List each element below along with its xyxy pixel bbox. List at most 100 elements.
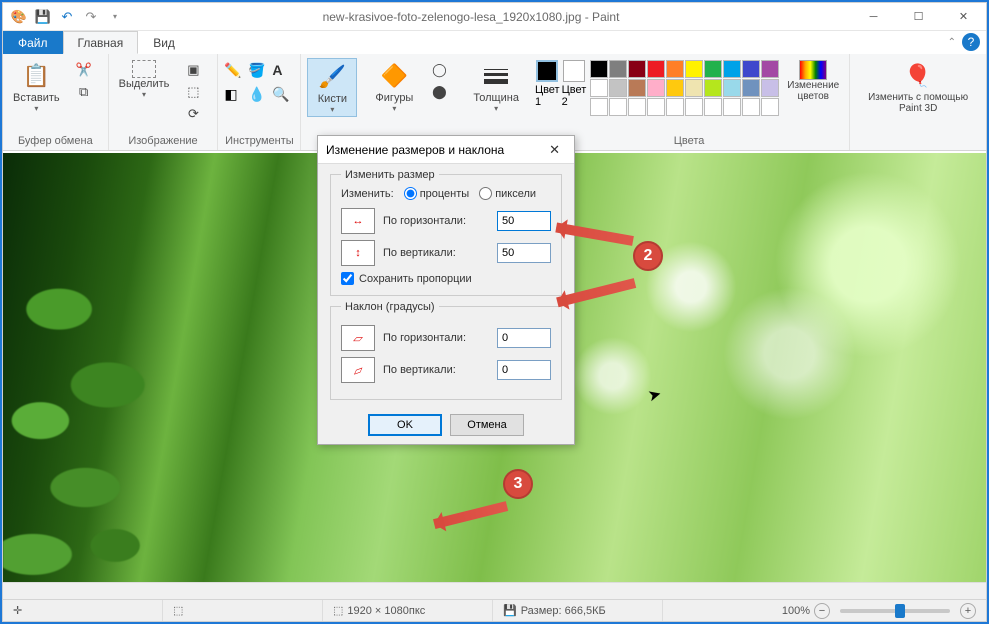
paint3d-button[interactable]: 🎈 Изменить с помощью Paint 3D	[856, 58, 980, 116]
magnifier-icon[interactable]: 🔍	[272, 86, 294, 103]
brushes-button[interactable]: 🖌️ Кисти ▾	[307, 58, 357, 117]
keep-aspect-checkbox[interactable]	[341, 272, 354, 285]
color-swatch[interactable]	[647, 98, 665, 116]
pencil-icon[interactable]: ✏️	[224, 62, 246, 79]
color-swatch[interactable]	[590, 79, 608, 97]
color-swatch[interactable]	[590, 60, 608, 78]
select-button[interactable]: Выделить ▾	[115, 58, 174, 101]
color-swatch[interactable]	[761, 60, 779, 78]
close-button[interactable]: ✕	[941, 3, 986, 31]
qat-dropdown-icon[interactable]: ▾	[105, 7, 125, 27]
group-image: Выделить ▾ ▣ ⬚ ⟳ Изображение	[109, 54, 219, 150]
tab-file[interactable]: Файл	[3, 31, 63, 54]
palette-icon	[799, 60, 827, 80]
shape-tools: ◯ ⬤	[421, 58, 457, 104]
dropper-icon[interactable]: 💧	[248, 86, 270, 103]
resize-legend: Изменить размер	[341, 169, 439, 181]
color-swatch[interactable]	[704, 98, 722, 116]
eraser-icon[interactable]: ◧	[224, 86, 246, 103]
dialog-title: Изменение размеров и наклона	[326, 143, 504, 157]
color-swatch[interactable]	[685, 60, 703, 78]
ok-button[interactable]: OK	[368, 414, 442, 436]
color-swatch[interactable]	[723, 79, 741, 97]
color-swatch[interactable]	[609, 98, 627, 116]
horizontal-scrollbar[interactable]	[3, 582, 986, 599]
color-swatch[interactable]	[685, 79, 703, 97]
color-swatch[interactable]	[742, 98, 760, 116]
skew-v-input[interactable]	[497, 360, 551, 380]
text-icon[interactable]: A	[272, 62, 294, 78]
color-swatch[interactable]	[666, 79, 684, 97]
color-swatch[interactable]	[761, 98, 779, 116]
radio-percent[interactable]: проценты	[404, 187, 470, 200]
color-swatch[interactable]	[647, 79, 665, 97]
color-swatch[interactable]	[609, 60, 627, 78]
undo-icon[interactable]: ↶	[57, 7, 77, 27]
copy-icon[interactable]: ⧉	[74, 82, 94, 102]
zoom-out-button[interactable]: −	[814, 603, 830, 619]
image-tools: ▣ ⬚ ⟳	[175, 58, 211, 126]
rotate-icon[interactable]: ⟳	[183, 104, 203, 124]
group-label: Инструменты	[225, 135, 294, 149]
maximize-button[interactable]: ☐	[896, 3, 941, 31]
chevron-down-icon: ▾	[494, 104, 498, 113]
outline-icon[interactable]: ◯	[429, 60, 449, 80]
callout-2: 2	[633, 241, 663, 271]
color-swatch[interactable]	[742, 79, 760, 97]
tab-home[interactable]: Главная	[63, 31, 139, 54]
tab-view[interactable]: Вид	[138, 31, 190, 54]
minimize-button[interactable]: ─	[851, 3, 896, 31]
color-swatch[interactable]	[704, 79, 722, 97]
help-icon[interactable]: ?	[962, 33, 980, 51]
group-paint3d: 🎈 Изменить с помощью Paint 3D	[850, 54, 986, 150]
shapes-button[interactable]: 🔶 Фигуры ▾	[369, 58, 419, 115]
zoom-slider[interactable]	[840, 609, 950, 613]
keep-aspect-row[interactable]: Сохранить пропорции	[341, 272, 551, 285]
fillshape-icon[interactable]: ⬤	[429, 82, 449, 102]
dialog-close-button[interactable]: ✕	[543, 140, 566, 160]
resize-by-row: Изменить: проценты пиксели	[341, 187, 551, 200]
paste-button[interactable]: 📋 Вставить ▾	[9, 58, 64, 115]
zoom-in-button[interactable]: +	[960, 603, 976, 619]
collapse-ribbon-icon[interactable]: ⌃	[948, 37, 956, 48]
color1-button[interactable]: Цвет 1	[535, 58, 560, 108]
clipboard-icon: 📋	[20, 60, 52, 92]
resize-fieldset: Изменить размер Изменить: проценты пиксе…	[330, 174, 562, 296]
redo-icon[interactable]: ↷	[81, 7, 101, 27]
vertical-input[interactable]	[497, 243, 551, 263]
color-swatch[interactable]	[666, 98, 684, 116]
zoom-thumb[interactable]	[895, 604, 905, 618]
horizontal-input[interactable]	[497, 211, 551, 231]
vertical-resize-icon: ↕	[341, 240, 375, 266]
color-swatch[interactable]	[761, 79, 779, 97]
resize-icon[interactable]: ⬚	[183, 82, 203, 102]
app-icon: 🎨	[9, 7, 29, 27]
color-swatch[interactable]	[666, 60, 684, 78]
cancel-button[interactable]: Отмена	[450, 414, 524, 436]
skew-h-icon: ▱	[341, 325, 375, 351]
skew-h-input[interactable]	[497, 328, 551, 348]
size-button[interactable]: Толщина ▾	[469, 58, 523, 115]
color-swatch[interactable]	[628, 79, 646, 97]
color2-button[interactable]: Цвет 2	[562, 58, 587, 108]
color-swatch[interactable]	[685, 98, 703, 116]
color-swatch[interactable]	[628, 60, 646, 78]
skew-v-icon: ▱	[341, 357, 375, 383]
radio-pixels[interactable]: пиксели	[479, 187, 536, 200]
crop-icon[interactable]: ▣	[183, 60, 203, 80]
color-swatch[interactable]	[590, 98, 608, 116]
color-swatch[interactable]	[723, 98, 741, 116]
color-swatch[interactable]	[742, 60, 760, 78]
color-swatch[interactable]	[647, 60, 665, 78]
save-icon[interactable]: 💾	[33, 7, 53, 27]
color-swatch[interactable]	[723, 60, 741, 78]
color-swatch[interactable]	[628, 98, 646, 116]
color-swatch[interactable]	[704, 60, 722, 78]
edit-colors-button[interactable]: Изменение цветов	[783, 58, 843, 104]
group-label: Цвета	[674, 135, 705, 149]
color-swatch[interactable]	[609, 79, 627, 97]
dialog-buttons: OK Отмена	[330, 410, 562, 436]
zoom-cell: 100% − +	[772, 600, 986, 621]
fill-icon[interactable]: 🪣	[248, 62, 270, 79]
cut-icon[interactable]: ✂️	[74, 60, 94, 80]
